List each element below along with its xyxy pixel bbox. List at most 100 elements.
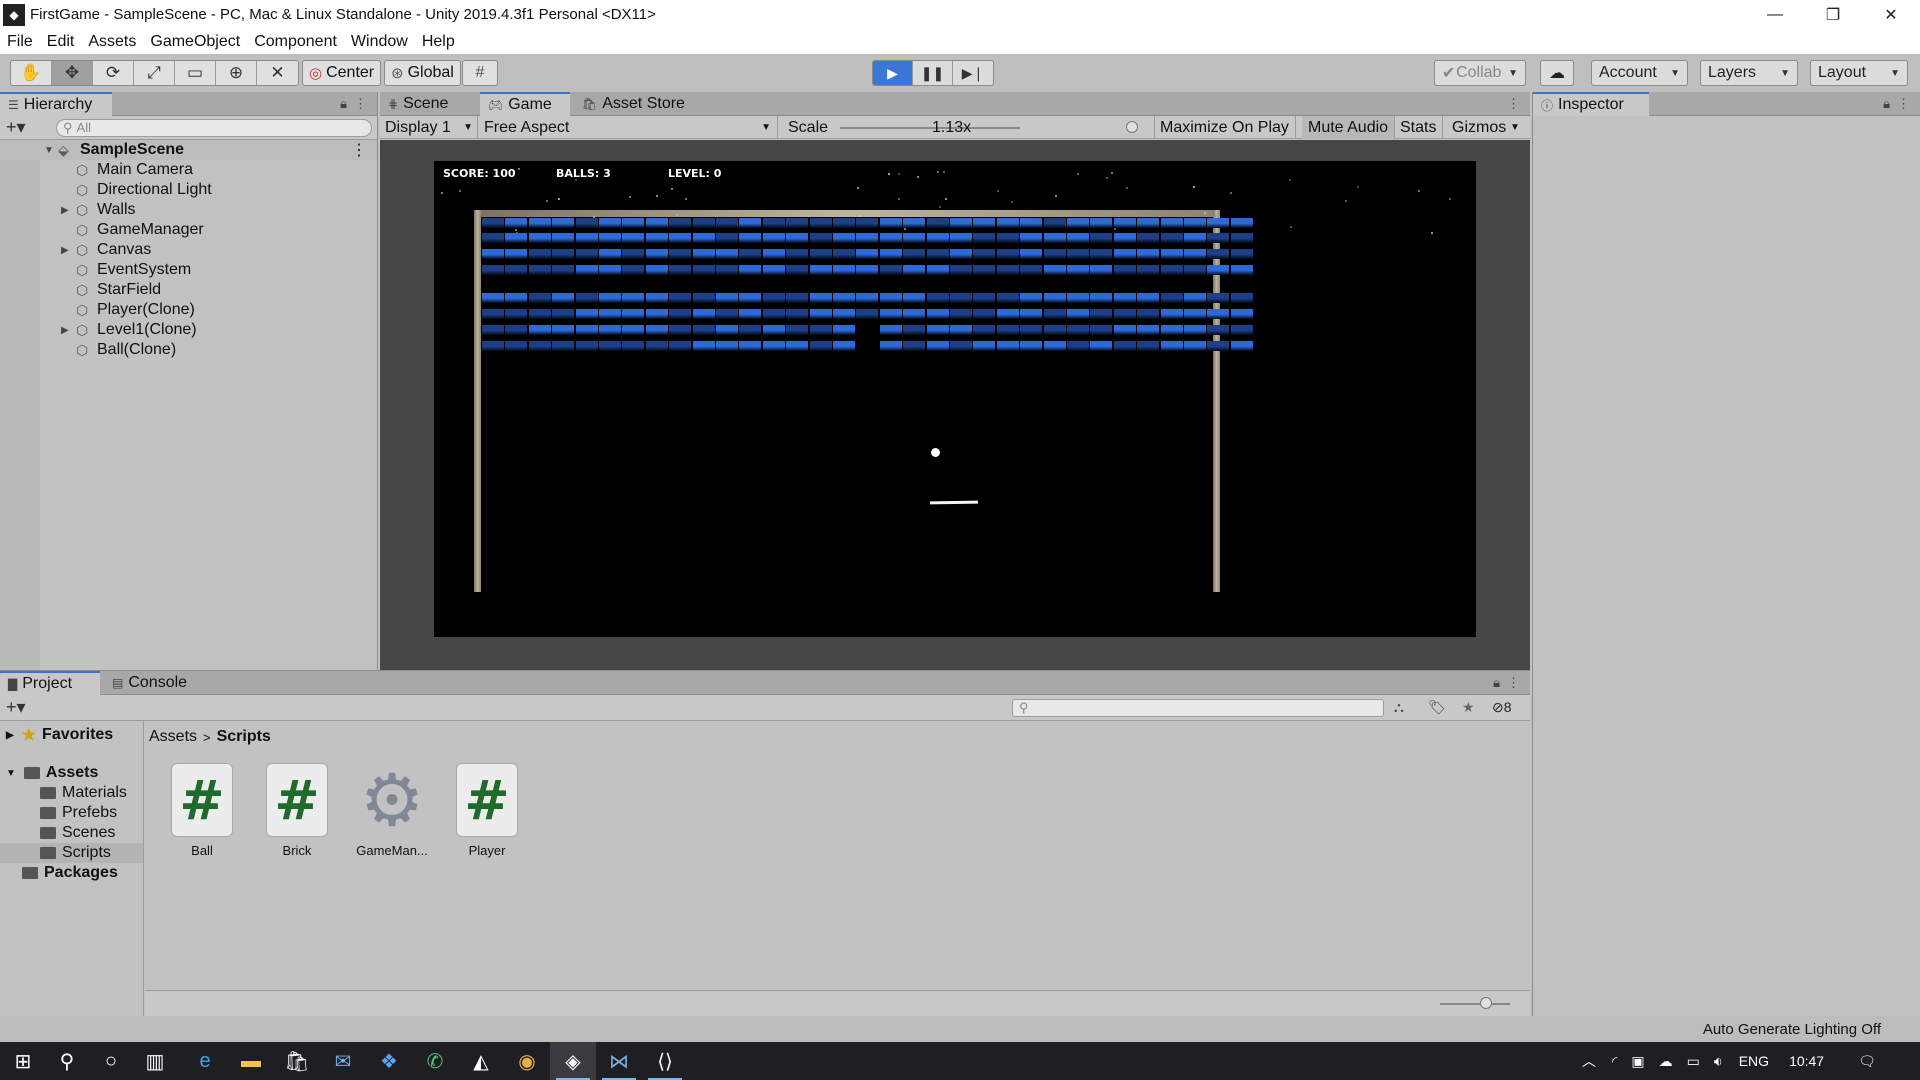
list-item[interactable]: ⬡ Player(Clone)	[0, 300, 377, 320]
expand-arrow-icon[interactable]: ▶	[61, 245, 69, 256]
expand-arrow-icon[interactable]: ▶	[6, 730, 14, 741]
list-item[interactable]: ⬡ Main Camera	[0, 160, 377, 180]
gizmos-toggle[interactable]: Gizmos	[1446, 116, 1512, 139]
icon-size-slider-handle[interactable]	[1480, 997, 1492, 1009]
tab-project[interactable]: ▇ Project	[0, 671, 100, 695]
folder-item[interactable]: Materials	[40, 783, 127, 803]
packages-row[interactable]: Packages	[22, 863, 118, 883]
scale-icon[interactable]: ⤢	[134, 61, 175, 85]
chrome-icon[interactable]: ◉	[504, 1042, 550, 1080]
tab-console[interactable]: ▤ Console	[104, 671, 204, 695]
display-dropdown[interactable]: Display 1 ▼	[380, 116, 478, 139]
list-item[interactable]: ▶ ⬡ Walls	[0, 200, 377, 220]
lock-icon[interactable]: 🔒︎	[1493, 675, 1500, 691]
minimize-button[interactable]: —	[1746, 0, 1804, 29]
create-plus-button[interactable]: +▾	[6, 117, 38, 138]
project-search-input[interactable]: ⚲	[1012, 699, 1384, 717]
mute-audio-toggle[interactable]: Mute Audio	[1302, 116, 1396, 139]
pause-button[interactable]: ❚❚	[913, 61, 953, 85]
scene-row[interactable]: ▼ ⬙ SampleScene ⋮	[0, 140, 377, 160]
favorites-row[interactable]: ▶ ★ Favorites	[6, 725, 113, 745]
tab-game[interactable]: 🎮︎ Game	[480, 92, 570, 116]
meet-now-icon[interactable]: ▣	[1631, 1053, 1644, 1070]
folder-item[interactable]: Scenes	[40, 823, 115, 843]
account-dropdown[interactable]: Account ▼	[1591, 60, 1688, 86]
input-language[interactable]: ENG	[1739, 1053, 1769, 1069]
lock-icon[interactable]: 🔒︎	[340, 96, 347, 112]
asset-item[interactable]: # Ball	[159, 763, 245, 858]
volume-icon[interactable]: 🔉︎	[1714, 1053, 1723, 1070]
edge-browser-icon[interactable]: e	[182, 1042, 228, 1080]
layers-dropdown[interactable]: Layers ▼	[1700, 60, 1798, 86]
clock-time[interactable]: 10:47	[1789, 1053, 1824, 1069]
tab-hierarchy[interactable]: ☰ Hierarchy	[0, 92, 112, 116]
lighting-status[interactable]: Auto Generate Lighting Off	[1703, 1021, 1881, 1038]
hidden-packages-button[interactable]: ⊘8	[1492, 699, 1512, 716]
global-space-button[interactable]: ⊛ Global	[384, 60, 461, 86]
aspect-dropdown[interactable]: Free Aspect ▼	[478, 116, 778, 139]
expand-arrow-icon[interactable]: ▼	[6, 768, 16, 779]
menu-edit[interactable]: Edit	[47, 33, 75, 51]
menu-window[interactable]: Window	[351, 33, 408, 51]
scale-slider-track[interactable]	[840, 127, 1020, 129]
close-button[interactable]: ✕	[1862, 0, 1920, 29]
scale-slider-handle[interactable]	[1126, 121, 1138, 133]
assets-row[interactable]: ▼ Assets	[6, 763, 98, 783]
file-explorer-icon[interactable]: ▬	[228, 1042, 274, 1080]
visual-studio-icon[interactable]: ⋈	[596, 1042, 642, 1080]
tab-scene[interactable]: ⋕ Scene	[380, 92, 480, 116]
filter-by-type-icon[interactable]: ⛬	[1394, 699, 1404, 716]
breadcrumb-scripts[interactable]: Scripts	[217, 728, 271, 746]
more-icon[interactable]: ⋮	[1507, 96, 1520, 112]
play-button[interactable]: ▶	[873, 61, 913, 85]
onedrive-icon[interactable]: ☁	[1659, 1053, 1673, 1070]
whatsapp-icon[interactable]: ✆	[412, 1042, 458, 1080]
game-screen[interactable]: SCORE: 100 BALLS: 3 LEVEL: 0	[434, 161, 1476, 637]
chevron-up-icon[interactable]: ︿	[1582, 1051, 1596, 1071]
mail-icon[interactable]: ✉	[320, 1042, 366, 1080]
custom-tool-icon[interactable]: ✕	[257, 61, 298, 85]
collab-button[interactable]: ✔ Collab ▼	[1434, 60, 1526, 86]
hierarchy-search-input[interactable]: ⚲ All	[56, 118, 372, 137]
icon-size-slider-track[interactable]	[1440, 1003, 1510, 1005]
create-plus-button[interactable]: +▾	[6, 697, 26, 718]
cortana-icon[interactable]: ○	[88, 1042, 134, 1080]
folder-item-selected[interactable]: Scripts	[0, 843, 143, 863]
menu-file[interactable]: File	[7, 33, 33, 51]
maximize-on-play-toggle[interactable]: Maximize On Play	[1160, 116, 1296, 139]
search-icon[interactable]: ⚲	[44, 1042, 90, 1080]
move-icon[interactable]: ✥	[52, 61, 93, 85]
code-editor-icon[interactable]: ⟨⟩	[642, 1042, 688, 1080]
expand-arrow-icon[interactable]: ▶	[61, 325, 69, 336]
list-item[interactable]: ▶ ⬡ Level1(Clone)	[0, 320, 377, 340]
rect-icon[interactable]: ▭	[175, 61, 216, 85]
list-item[interactable]: ⬡ StarField	[0, 280, 377, 300]
menu-help[interactable]: Help	[422, 33, 455, 51]
breadcrumb-assets[interactable]: Assets	[149, 728, 197, 746]
dropbox-icon[interactable]: ❖	[366, 1042, 412, 1080]
store-icon[interactable]: 🛍︎	[274, 1042, 320, 1080]
notifications-icon[interactable]: 🗨︎	[1858, 1053, 1876, 1070]
rotate-icon[interactable]: ⟳	[93, 61, 134, 85]
list-item[interactable]: ⬡ GameManager	[0, 220, 377, 240]
more-icon[interactable]: ⋮	[351, 140, 367, 160]
pivot-center-button[interactable]: ◎ Center	[302, 60, 382, 86]
chevron-down-icon[interactable]: ▼	[1510, 116, 1520, 139]
asset-item[interactable]: ⚙ GameMan...	[349, 761, 435, 858]
filter-by-label-icon[interactable]: 🏷︎	[1428, 699, 1446, 716]
restore-button[interactable]: ❐	[1804, 0, 1862, 29]
layout-dropdown[interactable]: Layout ▼	[1810, 60, 1908, 86]
transform-icon[interactable]: ⊕	[216, 61, 257, 85]
task-view-icon[interactable]: ▥	[132, 1042, 178, 1080]
step-button[interactable]: ▶❘	[953, 61, 993, 85]
grid-snap-button[interactable]: #	[462, 60, 498, 86]
list-item[interactable]: ⬡ Directional Light	[0, 180, 377, 200]
expand-arrow-icon[interactable]: ▶	[61, 205, 69, 216]
battery-icon[interactable]: ▭	[1687, 1053, 1700, 1070]
asset-item[interactable]: # Player	[444, 763, 530, 858]
tab-asset-store[interactable]: 🛍︎ Asset Store	[574, 92, 694, 116]
unity-hub-icon[interactable]: ◭	[458, 1042, 504, 1080]
windows-start-icon[interactable]: ⊞	[0, 1042, 46, 1080]
hand-icon[interactable]: ✋	[11, 61, 52, 85]
unity-editor-icon[interactable]: ◈	[550, 1042, 596, 1080]
